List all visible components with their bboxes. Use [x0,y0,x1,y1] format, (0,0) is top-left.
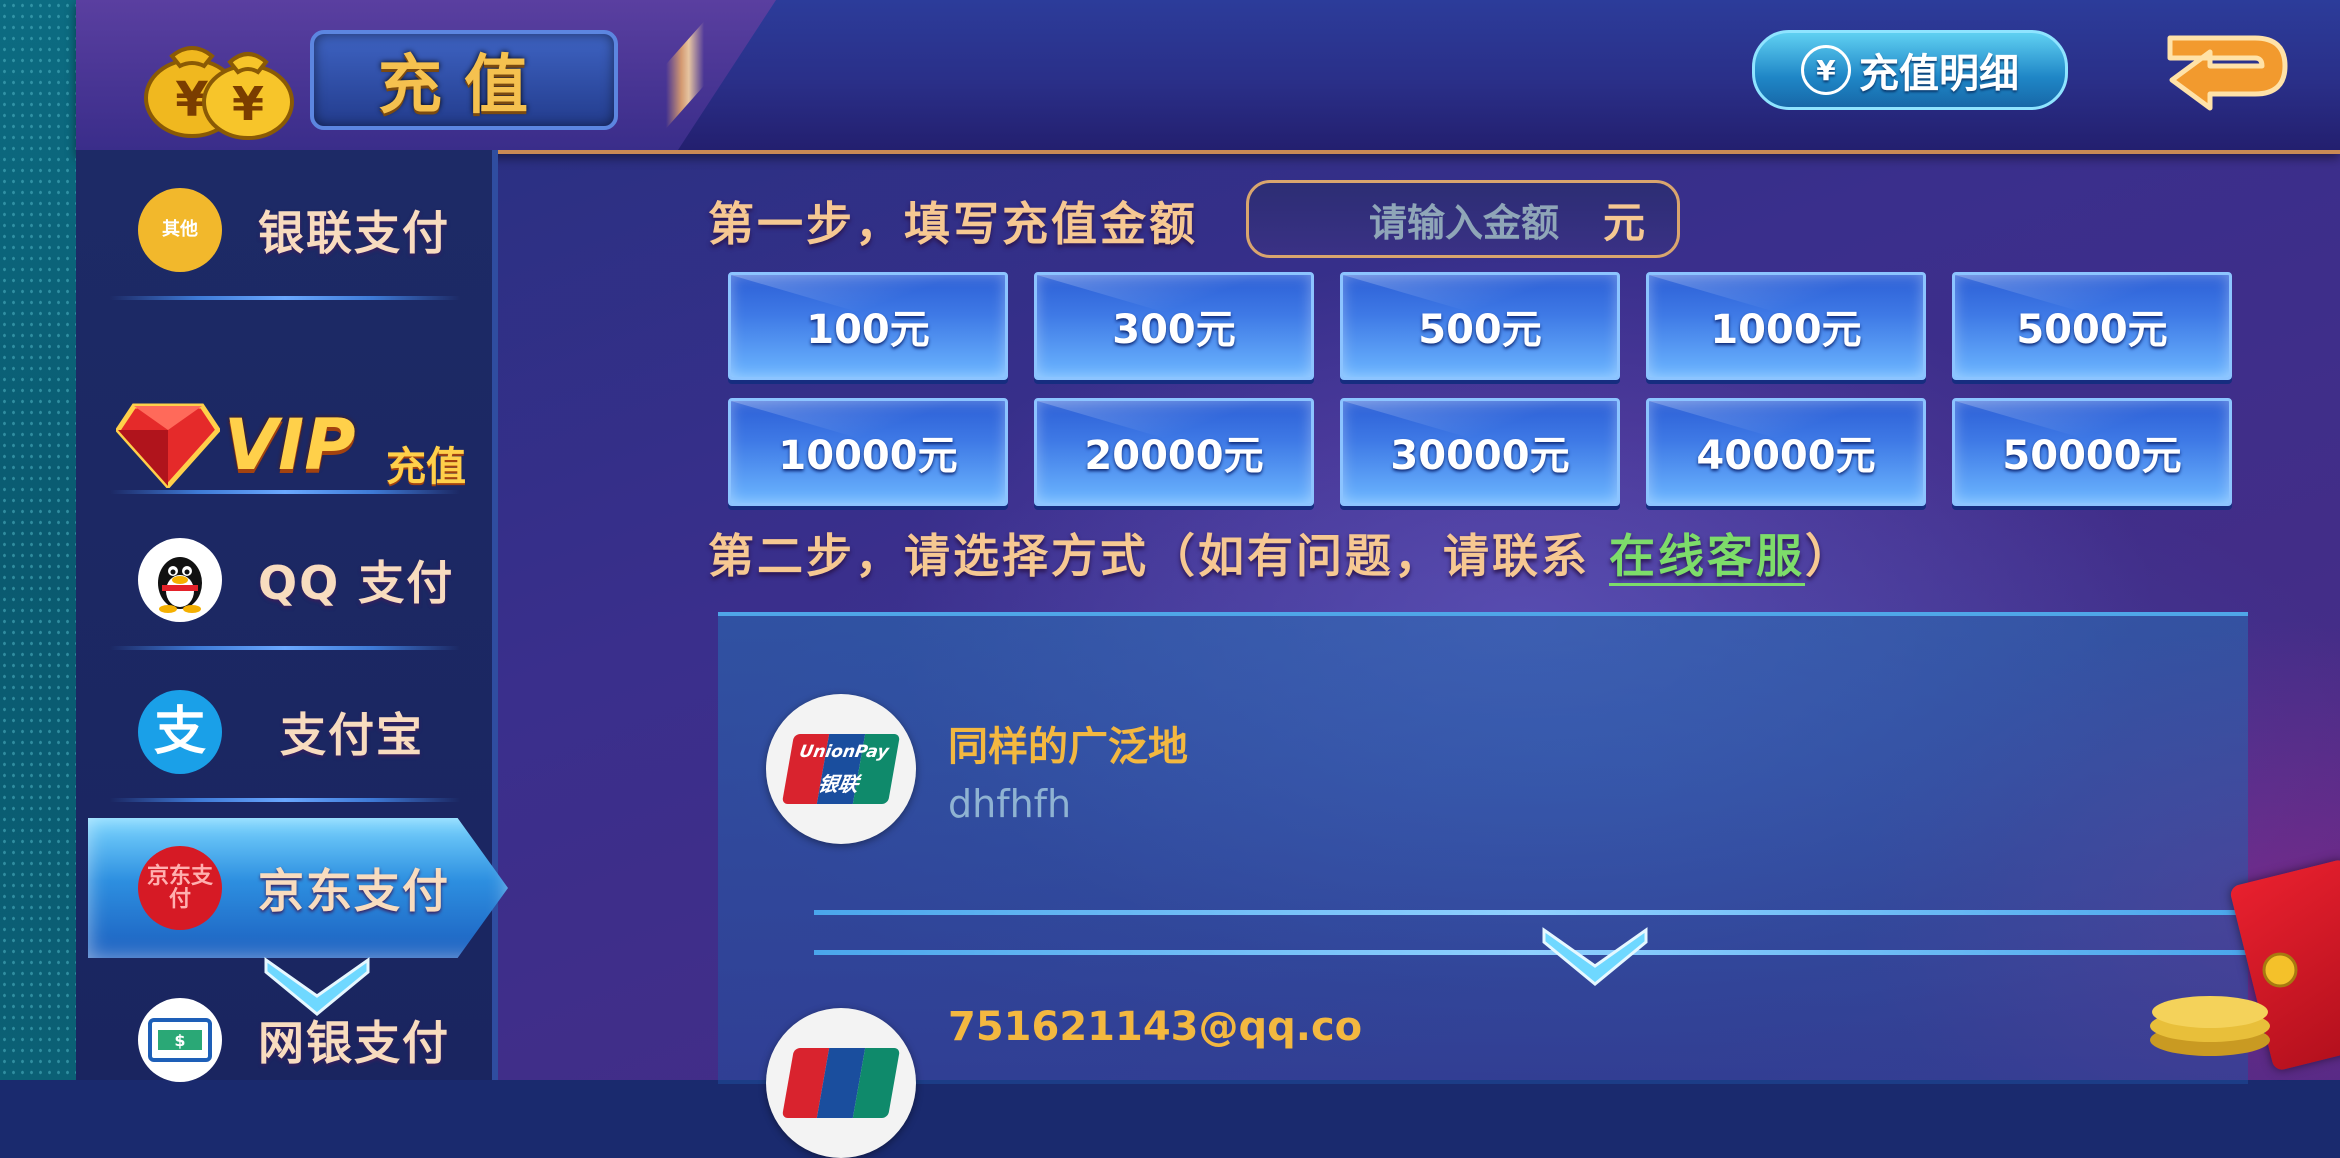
amount-button-100[interactable]: 100元 [728,272,1008,380]
sidebar-item-jdpay[interactable]: 京东支付 京东支付 [90,818,480,958]
page-title: 充值 [310,30,618,130]
payment-method-sidebar: 其他 银联支付 VIP 充值 QQ 支付 支 支付宝 京东支付 京东支付 $ 网… [76,150,508,1082]
unionpay-icon [766,1008,916,1158]
payment-channel-item[interactable]: UnionPay 银联 同样的广泛地 dhfhfh [718,616,2248,916]
jd-pay-icon: 京东支付 [138,846,222,930]
unionpay-icon: UnionPay 银联 [766,694,916,844]
sidebar-item-netbank[interactable]: $ 网银支付 [90,970,480,1110]
alipay-icon: 支 [138,690,222,774]
recharge-detail-button[interactable]: ¥ 充值明细 [1752,30,2068,110]
payment-channel-list: UnionPay 银联 同样的广泛地 dhfhfh 751621143@qq.c… [718,612,2248,1158]
online-support-link[interactable]: 在线客服 [1609,529,1806,586]
amount-button-50000[interactable]: 50000元 [1952,398,2232,506]
payment-channel-detail: dhfhfh [948,782,1072,826]
sidebar-item-label: 银联支付 [258,206,450,260]
sidebar-item-unionpay[interactable]: 其他 银联支付 [90,160,480,300]
recharge-detail-label: 充值明细 [1859,51,2019,97]
step1-label: 第一步，填写充值金额 [708,197,1198,251]
amount-button-10000[interactable]: 10000元 [728,398,1008,506]
sidebar-item-qq[interactable]: QQ 支付 [90,510,480,650]
list-divider [814,950,2248,955]
yen-circle-icon: ¥ [1801,45,1851,95]
left-border-decoration [0,0,76,1080]
payment-channel-item[interactable]: 751621143@qq.co [718,956,2248,1158]
amount-button-40000[interactable]: 40000元 [1646,398,1926,506]
sidebar-item-alipay[interactable]: 支 支付宝 [90,662,480,802]
sidebar-item-label: 网银支付 [258,1016,450,1070]
amount-input[interactable]: 请输入金额 元 [1246,180,1680,258]
amount-button-500[interactable]: 500元 [1340,272,1620,380]
amount-input-placeholder: 请输入金额 [1369,200,1560,245]
svg-text:$: $ [174,1031,185,1050]
amount-unit: 元 [1602,197,1645,247]
other-wallet-icon: 其他 [138,188,222,272]
bank-card-icon: $ [138,998,222,1082]
amount-button-5000[interactable]: 5000元 [1952,272,2232,380]
money-bags-icon: ¥ ¥ [144,46,294,140]
payment-channel-name: 同样的广泛地 [948,724,1188,770]
step2-label: 第二步，请选择方式（如有问题，请联系 在线客服） [708,520,1854,586]
amount-button-30000[interactable]: 30000元 [1340,398,1620,506]
amount-button-20000[interactable]: 20000元 [1034,398,1314,506]
sidebar-item-label: 支付宝 [280,708,424,762]
gold-coins-decoration [2150,952,2298,1056]
amount-button-300[interactable]: 300元 [1034,272,1314,380]
return-arrow-icon[interactable] [2150,18,2300,118]
svg-text:¥: ¥ [232,77,264,131]
qq-penguin-icon [138,538,222,622]
payment-channel-name: 751621143@qq.co [948,1004,1363,1050]
sidebar-item-label: 京东支付 [258,864,450,918]
sidebar-item-label: QQ 支付 [258,556,455,610]
list-divider [814,910,2248,915]
amount-button-1000[interactable]: 1000元 [1646,272,1926,380]
